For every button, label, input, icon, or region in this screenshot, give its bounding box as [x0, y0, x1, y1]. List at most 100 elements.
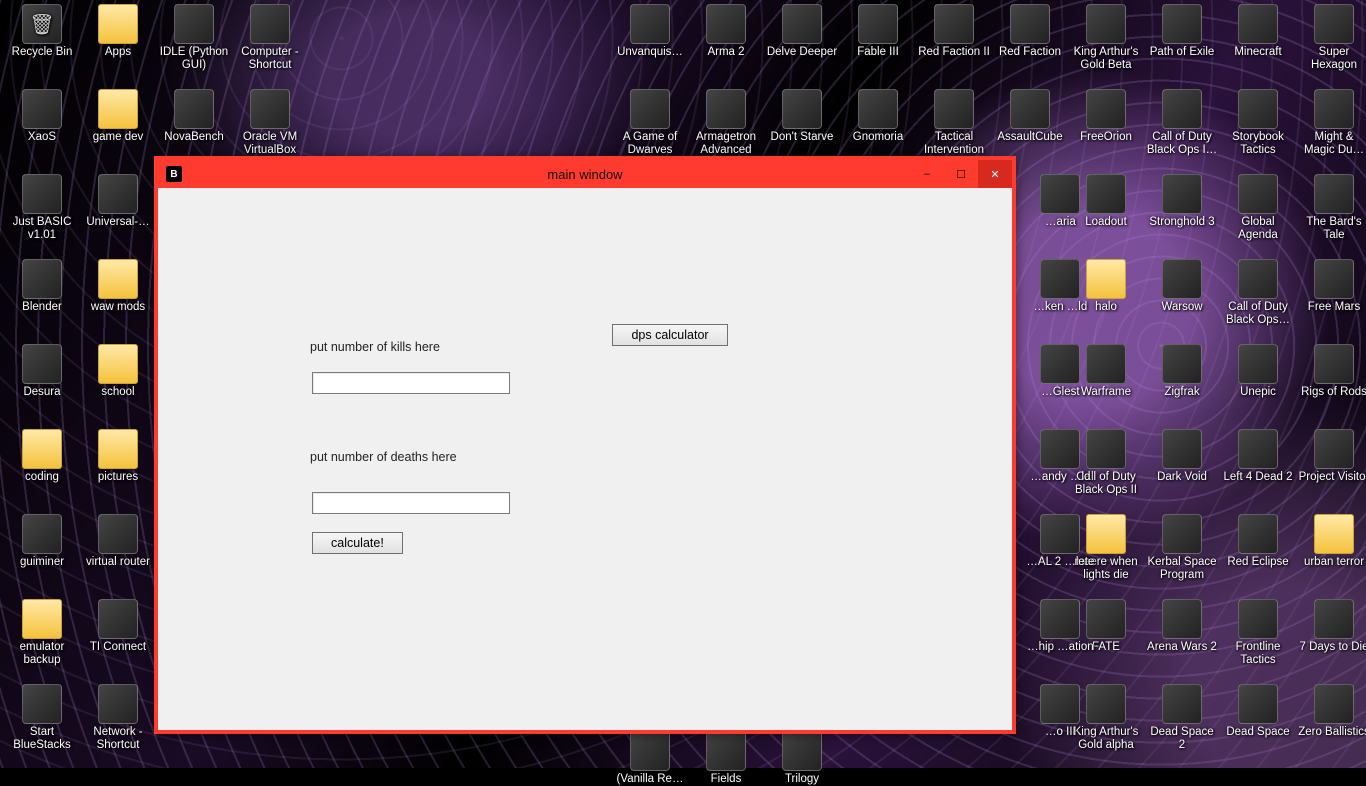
- desktop-icon[interactable]: Just BASIC v1.01: [6, 174, 78, 242]
- desktop-icon[interactable]: Frontline Tactics: [1222, 599, 1294, 667]
- desktop-icon-label: Dead Space: [1222, 726, 1294, 739]
- desktop-icon[interactable]: 7 Days to Die: [1298, 599, 1366, 654]
- desktop-icon[interactable]: Red Faction II: [918, 4, 990, 59]
- desktop-icon[interactable]: game dev: [82, 89, 154, 144]
- desktop-icon-label: Global Agenda: [1222, 216, 1294, 242]
- desktop-icon[interactable]: …ken …ld: [1024, 259, 1096, 314]
- deaths-input[interactable]: [312, 492, 510, 514]
- desktop-icon[interactable]: Apps: [82, 4, 154, 59]
- close-button[interactable]: ✕: [978, 160, 1012, 188]
- minimize-button[interactable]: –: [910, 160, 944, 188]
- desktop-icon[interactable]: Free Mars: [1298, 259, 1366, 314]
- desktop-icon[interactable]: …o III: [1024, 684, 1096, 739]
- desktop-icon[interactable]: XaoS: [6, 89, 78, 144]
- desktop-icon[interactable]: coding: [6, 429, 78, 484]
- desktop-icon[interactable]: urban terror: [1298, 514, 1366, 569]
- desktop-icon[interactable]: 🗑Recycle Bin: [6, 4, 78, 59]
- desktop-icon[interactable]: IDLE (Python GUI): [158, 4, 230, 72]
- desktop-icon[interactable]: Delve Deeper: [766, 4, 838, 59]
- desktop-icon[interactable]: …andy …ld: [1024, 429, 1096, 484]
- desktop-icon[interactable]: A Game of Dwarves: [614, 89, 686, 157]
- window-client-area: dps calculator put number of kills here …: [158, 188, 1012, 730]
- folder-icon: [98, 429, 138, 469]
- deaths-label: put number of deaths here: [310, 450, 457, 464]
- desktop-icon[interactable]: Tactical Intervention: [918, 89, 990, 157]
- desktop-icon[interactable]: Fable III: [842, 4, 914, 59]
- desktop-icon[interactable]: Blender: [6, 259, 78, 314]
- desktop-icon[interactable]: Left 4 Dead 2: [1222, 429, 1294, 484]
- desktop-icon-label: guiminer: [6, 556, 78, 569]
- desktop-icon[interactable]: school: [82, 344, 154, 399]
- desktop-icon[interactable]: Zigfrak: [1146, 344, 1218, 399]
- app-icon: [98, 174, 138, 214]
- desktop-icon[interactable]: Storybook Tactics: [1222, 89, 1294, 157]
- desktop-icon[interactable]: Minecraft: [1222, 4, 1294, 59]
- desktop-icon[interactable]: Super Hexagon: [1298, 4, 1366, 72]
- desktop-icon[interactable]: waw mods: [82, 259, 154, 314]
- desktop-icon-label: waw mods: [82, 301, 154, 314]
- calculate-button[interactable]: calculate!: [312, 532, 403, 554]
- desktop-icon[interactable]: Kerbal Space Program: [1146, 514, 1218, 582]
- desktop-icon[interactable]: pictures: [82, 429, 154, 484]
- desktop-icon[interactable]: Dead Space: [1222, 684, 1294, 739]
- desktop-icon[interactable]: Computer - Shortcut: [234, 4, 306, 72]
- desktop-icon[interactable]: …AL 2 …lete: [1024, 514, 1096, 569]
- desktop-icon[interactable]: Rigs of Rods: [1298, 344, 1366, 399]
- desktop-icon[interactable]: …Glest: [1024, 344, 1096, 399]
- desktop-icon[interactable]: Desura: [6, 344, 78, 399]
- desktop-icon[interactable]: Armagetron Advanced: [690, 89, 762, 157]
- kills-input[interactable]: [312, 372, 510, 394]
- app-icon: [1162, 344, 1202, 384]
- desktop-icon[interactable]: Path of Exile: [1146, 4, 1218, 59]
- desktop-icon[interactable]: Gnomoria: [842, 89, 914, 144]
- desktop-icon[interactable]: Might & Magic Du…: [1298, 89, 1366, 157]
- desktop-icon-label: Don't Starve: [766, 131, 838, 144]
- desktop-icon[interactable]: Call of Duty Black Ops…: [1222, 259, 1294, 327]
- desktop-icon[interactable]: Don't Starve: [766, 89, 838, 144]
- desktop-icon[interactable]: virtual router: [82, 514, 154, 569]
- desktop-icon[interactable]: Dark Void: [1146, 429, 1218, 484]
- desktop-icon-label: Project Visitor: [1298, 471, 1366, 484]
- folder-icon: [22, 429, 62, 469]
- desktop-icon[interactable]: Dead Space 2: [1146, 684, 1218, 752]
- maximize-button[interactable]: ☐: [944, 160, 978, 188]
- desktop-icon[interactable]: (Vanilla Re…: [614, 731, 686, 786]
- desktop-icon[interactable]: Universal-…: [82, 174, 154, 229]
- desktop-icon[interactable]: Arma 2: [690, 4, 762, 59]
- desktop-icon[interactable]: TI Connect: [82, 599, 154, 654]
- desktop-icon[interactable]: Fields: [690, 731, 762, 786]
- desktop-icon[interactable]: King Arthur's Gold Beta: [1070, 4, 1142, 72]
- desktop-icon[interactable]: Unepic: [1222, 344, 1294, 399]
- desktop-icon[interactable]: guiminer: [6, 514, 78, 569]
- desktop-icon[interactable]: Red Eclipse: [1222, 514, 1294, 569]
- desktop-icon[interactable]: The Bard's Tale: [1298, 174, 1366, 242]
- app-icon: [1010, 89, 1050, 129]
- desktop-icon[interactable]: Oracle VM VirtualBox: [234, 89, 306, 157]
- window-title: main window: [158, 167, 1012, 182]
- desktop-icon[interactable]: AssaultCube: [994, 89, 1066, 144]
- desktop-icon[interactable]: Red Faction: [994, 4, 1066, 59]
- desktop-icon[interactable]: …hip …ation: [1024, 599, 1096, 654]
- desktop-icon[interactable]: FreeOrion: [1070, 89, 1142, 144]
- desktop-icon[interactable]: Start BlueStacks: [6, 684, 78, 752]
- desktop-icon-label: Armagetron Advanced: [690, 131, 762, 157]
- dps-calculator-button[interactable]: dps calculator: [612, 324, 728, 346]
- app-icon: [1162, 684, 1202, 724]
- desktop-icon[interactable]: NovaBench: [158, 89, 230, 144]
- desktop-icon[interactable]: Stronghold 3: [1146, 174, 1218, 229]
- titlebar[interactable]: B main window – ☐ ✕: [158, 160, 1012, 188]
- desktop-icon[interactable]: Project Visitor: [1298, 429, 1366, 484]
- desktop-icon[interactable]: Trilogy: [766, 731, 838, 786]
- desktop-icon-label: virtual router: [82, 556, 154, 569]
- desktop-icon[interactable]: Call of Duty Black Ops I…: [1146, 89, 1218, 157]
- desktop-icon[interactable]: …aria: [1024, 174, 1096, 229]
- desktop-icon[interactable]: Unvanquis…: [614, 4, 686, 59]
- desktop-icon[interactable]: Global Agenda: [1222, 174, 1294, 242]
- desktop-icon[interactable]: Warsow: [1146, 259, 1218, 314]
- desktop-icon[interactable]: Arena Wars 2: [1146, 599, 1218, 654]
- desktop-icon-label: …AL 2 …lete: [1024, 556, 1096, 569]
- desktop-icon[interactable]: Zero Ballistics: [1298, 684, 1366, 739]
- app-icon: [1238, 89, 1278, 129]
- desktop-icon[interactable]: Network - Shortcut: [82, 684, 154, 752]
- desktop-icon[interactable]: emulator backup: [6, 599, 78, 667]
